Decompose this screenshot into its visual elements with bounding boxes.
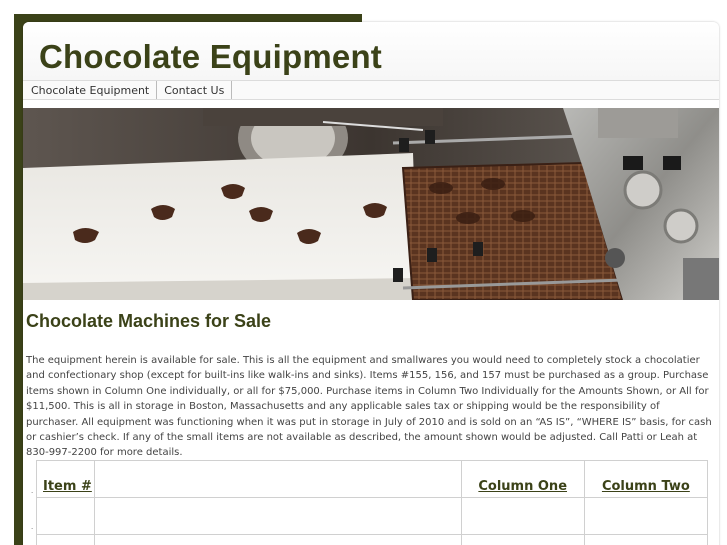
column-header-column-one: Column One (460, 460, 585, 498)
table-row (35, 497, 709, 535)
table-cell (35, 534, 96, 545)
table-cell (583, 534, 709, 545)
chocolate-conveyor-illustration (23, 108, 719, 300)
table-row (35, 534, 709, 545)
table-cell (94, 534, 462, 545)
site-title[interactable]: Chocolate Equipment (39, 22, 719, 86)
hero-image (23, 108, 719, 300)
table-header-row: Item # Column One Column Two (35, 460, 709, 498)
table-cell (583, 497, 709, 535)
column-header-item: Item # (35, 460, 96, 498)
intro-paragraph: The equipment herein is available for sa… (26, 355, 712, 459)
column-header-column-two: Column Two (583, 460, 709, 498)
table-cell (94, 497, 462, 535)
table-edge-marker: . (31, 522, 34, 531)
table-edge-marker: . (31, 486, 34, 495)
table-cell (35, 497, 96, 535)
site-header: Chocolate Equipment (23, 22, 719, 80)
page-card: Chocolate Equipment Chocolate Equipment … (23, 22, 719, 545)
table-cell (460, 534, 585, 545)
column-header-description (94, 460, 462, 498)
section-heading: Chocolate Machines for Sale (26, 311, 272, 331)
table-cell (460, 497, 585, 535)
nav-item-chocolate-equipment[interactable]: Chocolate Equipment (23, 81, 158, 99)
equipment-table: Item # Column One Column Two (35, 460, 709, 545)
nav-item-contact-us[interactable]: Contact Us (157, 81, 233, 99)
